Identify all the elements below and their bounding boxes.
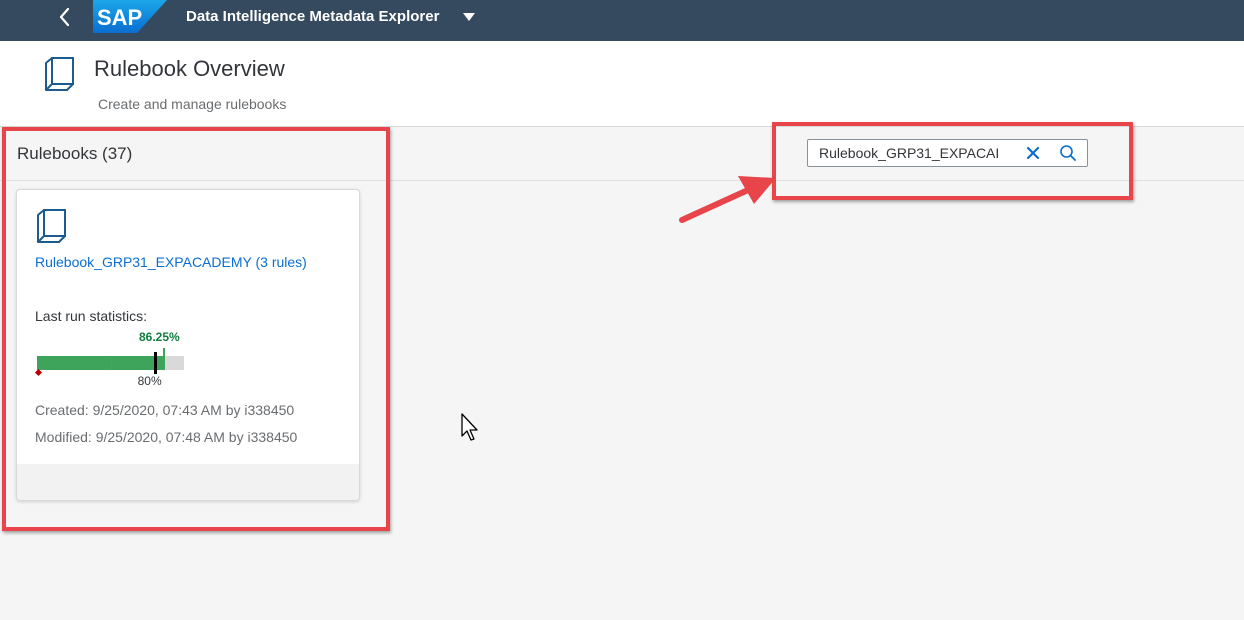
page-subtitle: Create and manage rulebooks	[98, 96, 287, 112]
back-arrow-icon[interactable]	[52, 4, 78, 30]
sap-logo-text: SAP	[97, 5, 142, 30]
shell-bar: SAP Data Intelligence Metadata Explorer	[0, 0, 1244, 41]
mouse-cursor-icon	[461, 413, 478, 441]
annotation-arrow-icon	[679, 176, 776, 223]
book-icon	[45, 57, 74, 91]
highlight-box-card	[2, 127, 390, 531]
highlight-box-search	[772, 122, 1133, 200]
sap-logo: SAP	[93, 0, 167, 33]
app-title[interactable]: Data Intelligence Metadata Explorer	[186, 8, 439, 25]
page-header: Rulebook Overview Create and manage rule…	[0, 41, 1244, 127]
caret-down-icon[interactable]	[462, 12, 476, 22]
page-title: Rulebook Overview	[94, 56, 285, 81]
